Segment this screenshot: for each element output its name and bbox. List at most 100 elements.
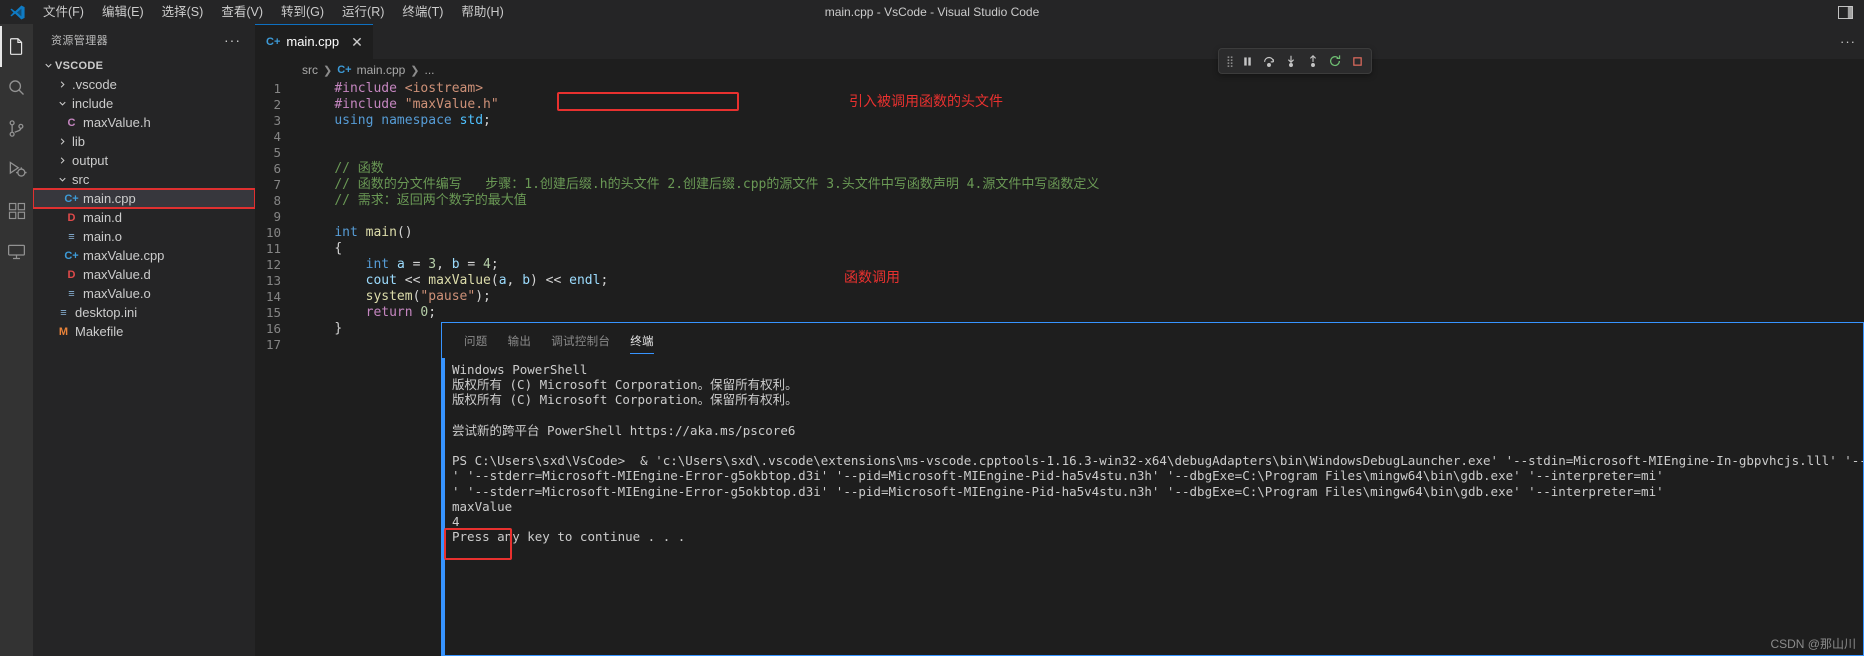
code-line-4: 4 [255, 129, 1864, 145]
tree-item-label: include [72, 96, 114, 111]
tree-item-main-o[interactable]: ≡ main.o [33, 227, 255, 246]
menu-selection[interactable]: 选择(S) [153, 0, 213, 24]
terminal-line: maxValue [452, 498, 513, 514]
tree-item-main-d[interactable]: Dmain.d [33, 208, 255, 227]
tree-item-lib[interactable]: lib [33, 132, 255, 151]
code-text: int main() [334, 225, 413, 240]
files-icon [6, 36, 28, 58]
tree-item-src[interactable]: src [33, 170, 255, 189]
activity-search[interactable] [0, 67, 33, 108]
tree-item-output[interactable]: output [33, 151, 255, 170]
ellipsis-icon[interactable]: ··· [1840, 34, 1856, 49]
menu-edit[interactable]: 编辑(E) [93, 0, 153, 24]
makefile-icon: M [58, 325, 69, 338]
generic-file-icon: ≡ [68, 287, 75, 300]
menu-terminal[interactable]: 终端(T) [393, 0, 452, 24]
step-out-button[interactable] [1303, 51, 1323, 71]
tree-item-desktop-ini[interactable]: ≡ desktop.ini [33, 303, 255, 322]
tree-item-label: .vscode [72, 77, 117, 92]
activity-remote-explorer[interactable] [0, 231, 33, 272]
panel-tab-debug-console[interactable]: 调试控制台 [541, 323, 620, 358]
vscode-logo-icon [0, 0, 34, 24]
explorer-sidebar: 资源管理器 ··· VSCODE .vscode include CmaxValue… [33, 24, 255, 656]
drag-grip-icon[interactable]: ⣿ [1223, 51, 1235, 71]
vscode-window: 文件(F) 编辑(E) 选择(S) 查看(V) 转到(G) 运行(R) 终端(T… [0, 0, 1864, 656]
line-number: 14 [265, 289, 281, 304]
line-number: 12 [265, 257, 281, 272]
code-line-11: 11 { [255, 241, 1864, 257]
menu-run[interactable]: 运行(R) [333, 0, 393, 24]
tree-item-maxvalue-d[interactable]: DmaxValue.d [33, 265, 255, 284]
panel-tab-problems[interactable]: 问题 [454, 323, 498, 358]
line-number: 1 [273, 81, 281, 96]
close-icon[interactable]: ✕ [351, 35, 363, 49]
tree-item-label: output [72, 153, 109, 168]
terminal-line: 4 [452, 513, 460, 529]
tree-item-label: Makefile [75, 324, 124, 339]
stop-button[interactable] [1347, 51, 1367, 71]
breadcrumb-file[interactable]: main.cpp [357, 63, 406, 77]
tree-root-label: VSCODE [55, 59, 104, 72]
remote-explorer-icon [6, 241, 27, 262]
panel-tab-terminal[interactable]: 终端 [620, 323, 664, 358]
line-number: 15 [265, 305, 281, 320]
code-text: // 函数 [334, 161, 384, 176]
tab-main-cpp[interactable]: C+ main.cpp ✕ [255, 24, 374, 59]
tree-item-main-cpp[interactable]: C+ main.cpp [33, 188, 255, 209]
code-text: // 函数的分文件编写 步骤：1.创建后缀.h的头文件 2.创建后缀.cpp的源… [334, 177, 1100, 192]
terminal-focus-border [442, 358, 445, 655]
code-lines: 1 #include <iostream> 2 #include "maxValu… [255, 81, 1864, 353]
breadcrumb-symbols[interactable]: ... [425, 63, 435, 77]
menu-view[interactable]: 查看(V) [212, 0, 272, 24]
cpp-icon: C+ [337, 64, 352, 76]
tree-item-makefile[interactable]: M Makefile [33, 322, 255, 341]
run-debug-icon [6, 159, 27, 180]
line-number: 7 [273, 177, 281, 192]
extensions-icon [7, 201, 27, 221]
activity-extensions[interactable] [0, 190, 33, 231]
explorer-more-actions-icon[interactable]: ··· [224, 32, 247, 48]
panel-tab-output[interactable]: 输出 [498, 323, 542, 358]
cpp-icon: C+ [64, 249, 79, 262]
tree-item-maxvalue-cpp[interactable]: C+ maxValue.cpp [33, 246, 255, 265]
activity-source-control[interactable] [0, 108, 33, 149]
toggle-panel-layout-icon[interactable] [1834, 4, 1856, 20]
terminal-output[interactable]: Windows PowerShell 版权所有 (C) Microsoft Cor… [442, 358, 1863, 655]
editor-tab-bar: C+ main.cpp ✕ ··· [255, 24, 1864, 59]
breadcrumb-src[interactable]: src [302, 63, 318, 77]
menu-file[interactable]: 文件(F) [34, 0, 93, 24]
code-line-5: 5 [255, 145, 1864, 161]
menu-go[interactable]: 转到(G) [272, 0, 333, 24]
ini-file-icon: ≡ [60, 306, 67, 319]
code-line-14: 14 system("pause"); [255, 289, 1864, 305]
source-control-icon [6, 118, 27, 139]
breadcrumb: src ❯ C+ main.cpp ❯ ... [255, 59, 1864, 81]
activity-run-debug[interactable] [0, 149, 33, 190]
line-number: 17 [265, 337, 281, 352]
tab-label: main.cpp [286, 34, 340, 49]
tree-item--vscode[interactable]: .vscode [33, 75, 255, 94]
menu-bar: 文件(F) 编辑(E) 选择(S) 查看(V) 转到(G) 运行(R) 终端(T… [34, 0, 513, 24]
editor-tab-actions: ··· [1840, 24, 1864, 59]
line-number: 2 [273, 97, 281, 112]
c-header-icon: C [67, 116, 76, 129]
step-into-button[interactable] [1281, 51, 1301, 71]
code-text: system("pause"); [365, 289, 491, 304]
pause-button[interactable] [1237, 51, 1257, 71]
titlebar-actions [1834, 4, 1864, 20]
step-over-button[interactable] [1259, 51, 1279, 71]
code-line-1: 1 #include <iostream> [255, 81, 1864, 97]
bottom-panel: 问题 输出 调试控制台 终端 Windows PowerShell 版权所有 (C… [441, 322, 1864, 656]
activity-explorer[interactable] [0, 26, 33, 67]
terminal-line: ' '--stderr=Microsoft-MIEngine-Error-g5o… [452, 483, 1664, 499]
code-text: #include "maxValue.h" [334, 97, 499, 112]
tree-item-maxvalue-h[interactable]: CmaxValue.h [33, 113, 255, 132]
tree-root-vscode[interactable]: VSCODE [33, 56, 255, 75]
tree-item-label: main.o [83, 229, 123, 244]
menu-help[interactable]: 帮助(H) [452, 0, 512, 24]
restart-button[interactable] [1325, 51, 1345, 71]
tree-item-maxvalue-o[interactable]: ≡ maxValue.o [33, 284, 255, 303]
tree-item-include[interactable]: include [33, 94, 255, 113]
